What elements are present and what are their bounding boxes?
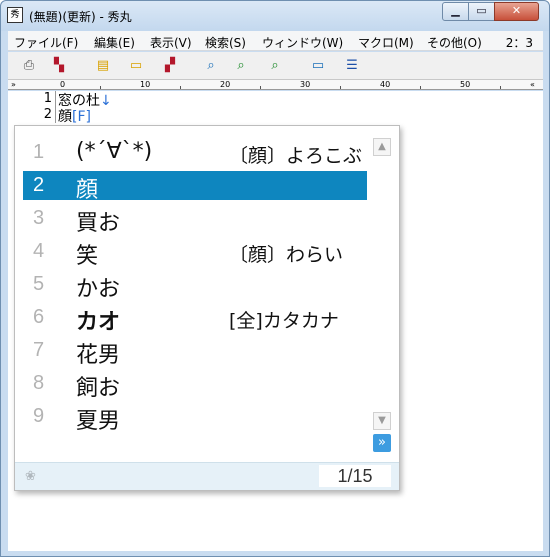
candidate-row[interactable]: 5 かお	[23, 270, 367, 302]
open-folder-icon[interactable]: ▭	[126, 57, 146, 75]
editor-line[interactable]: 顔[F]	[58, 106, 91, 126]
candidate-row[interactable]: 7 花男	[23, 336, 367, 368]
printer-icon[interactable]: ⎙	[19, 57, 39, 75]
gutter-divider	[55, 91, 56, 123]
ruler-tick	[500, 86, 501, 89]
ruler-number: 40	[380, 80, 391, 89]
ruler-left-marker[interactable]: »	[11, 80, 16, 89]
candidate-row[interactable]: 3 買お	[23, 204, 367, 236]
paw-icon: ❀	[25, 469, 36, 484]
ruler-tick	[340, 86, 341, 89]
candidate-row[interactable]: 9 夏男	[23, 402, 367, 434]
ime-footer: ❀ 1/15	[15, 462, 399, 490]
candidate-word: 飼お	[76, 376, 121, 401]
composition-suffix: [F]	[72, 109, 91, 125]
ruler-number: 10	[140, 80, 151, 89]
candidate-number: 8	[33, 372, 45, 394]
candidate-number: 2	[33, 174, 45, 196]
candidate-page-indicator: 1/15	[319, 465, 391, 487]
candidate-number: 4	[33, 240, 45, 262]
ruler-number: 20	[220, 80, 231, 89]
grep-icon[interactable]: ▭	[308, 57, 328, 75]
window-split-icon[interactable]: ☰	[340, 57, 364, 75]
window-title: (無題)(更新) - 秀丸	[29, 10, 132, 24]
minimize-button[interactable]: ▁	[442, 2, 469, 21]
candidate-row[interactable]: 1 (*´∀`*) 〔顔〕よろこぶ	[23, 138, 367, 167]
menu-view[interactable]: 表示(V)	[150, 34, 192, 51]
candidate-word: 笑	[76, 244, 99, 269]
line-number: 2	[43, 107, 52, 122]
ruler-right-marker[interactable]: «	[530, 80, 535, 89]
candidate-row-selected[interactable]: 2 顔	[23, 171, 367, 203]
toolbar: ⎙ ▚ ▤ ▭ ▞ ⌕ ⌕ ⌕ ▭ ☰	[8, 52, 543, 80]
find-next-icon[interactable]: ⌕	[231, 57, 251, 75]
find-icon[interactable]: ⌕	[201, 57, 221, 75]
menu-file[interactable]: ファイル(F)	[14, 34, 78, 51]
title-bar[interactable]: 秀 (無題)(更新) - 秀丸 ▁ ▭ ✕	[1, 1, 549, 31]
ruler-number: 0	[60, 80, 66, 89]
candidate-number: 9	[33, 405, 45, 427]
candidate-annotation: 〔顔〕よろこぶ	[229, 145, 363, 167]
candidate-row[interactable]: 6 カオ [全]カタカナ	[23, 303, 367, 335]
candidate-word: カオ	[76, 310, 121, 335]
hidemaru-app-icon[interactable]: 秀	[7, 7, 23, 23]
candidate-number: 7	[33, 339, 45, 361]
candidate-word: 夏男	[76, 409, 121, 434]
menu-bar: ファイル(F) 編集(E) 表示(V) 検索(S) ウィンドウ(W) マクロ(M…	[8, 31, 543, 51]
ruler-number: 30	[300, 80, 311, 89]
menu-edit[interactable]: 編集(E)	[94, 34, 135, 51]
line-text: 顔	[58, 109, 72, 125]
ruler-tick	[420, 86, 421, 89]
menu-window[interactable]: ウィンドウ(W)	[262, 34, 343, 51]
candidate-word: 花男	[76, 343, 121, 368]
menu-search[interactable]: 検索(S)	[205, 34, 246, 51]
new-file-icon[interactable]: ▤	[93, 57, 113, 75]
menu-macro[interactable]: マクロ(M)	[358, 34, 414, 51]
candidate-row[interactable]: 4 笑 〔顔〕わらい	[23, 237, 367, 269]
maximize-button[interactable]: ▭	[468, 2, 495, 21]
candidate-number: 6	[33, 306, 45, 328]
candidate-word: (*´∀`*)	[76, 139, 153, 164]
candidate-number: 1	[33, 141, 45, 163]
candidate-number: 5	[33, 273, 45, 295]
candidate-word: かお	[76, 277, 121, 302]
cursor-position: 2：3	[505, 36, 533, 50]
expand-candidates-button[interactable]: »	[373, 434, 391, 452]
ruler-number: 50	[460, 80, 471, 89]
newline-mark: ↓	[100, 93, 112, 109]
ruler-tick	[100, 86, 101, 89]
find-prev-icon[interactable]: ⌕	[265, 57, 285, 75]
ruler-tick	[180, 86, 181, 89]
save-as-icon[interactable]: ▚	[49, 57, 69, 75]
scroll-up-button[interactable]: ▲	[373, 138, 391, 156]
scroll-down-button[interactable]: ▼	[373, 412, 391, 430]
candidate-annotation: 〔顔〕わらい	[229, 244, 344, 266]
line-number: 1	[43, 91, 52, 106]
candidate-word: 顔	[76, 178, 99, 203]
ime-candidate-window: 1 (*´∀`*) 〔顔〕よろこぶ 2 顔 3 買お 4 笑 〔顔〕わらい 5 …	[14, 125, 400, 491]
candidate-annotation: [全]カタカナ	[229, 310, 339, 332]
ruler-tick	[260, 86, 261, 89]
save-icon[interactable]: ▞	[160, 57, 180, 75]
menu-other[interactable]: その他(O)	[427, 34, 482, 51]
candidate-number: 3	[33, 207, 45, 229]
candidate-word: 買お	[76, 211, 121, 236]
close-button[interactable]: ✕	[494, 2, 539, 21]
candidate-row[interactable]: 8 飼お	[23, 369, 367, 401]
ruler: » 0 10 20 30 40 50 «	[8, 80, 543, 90]
